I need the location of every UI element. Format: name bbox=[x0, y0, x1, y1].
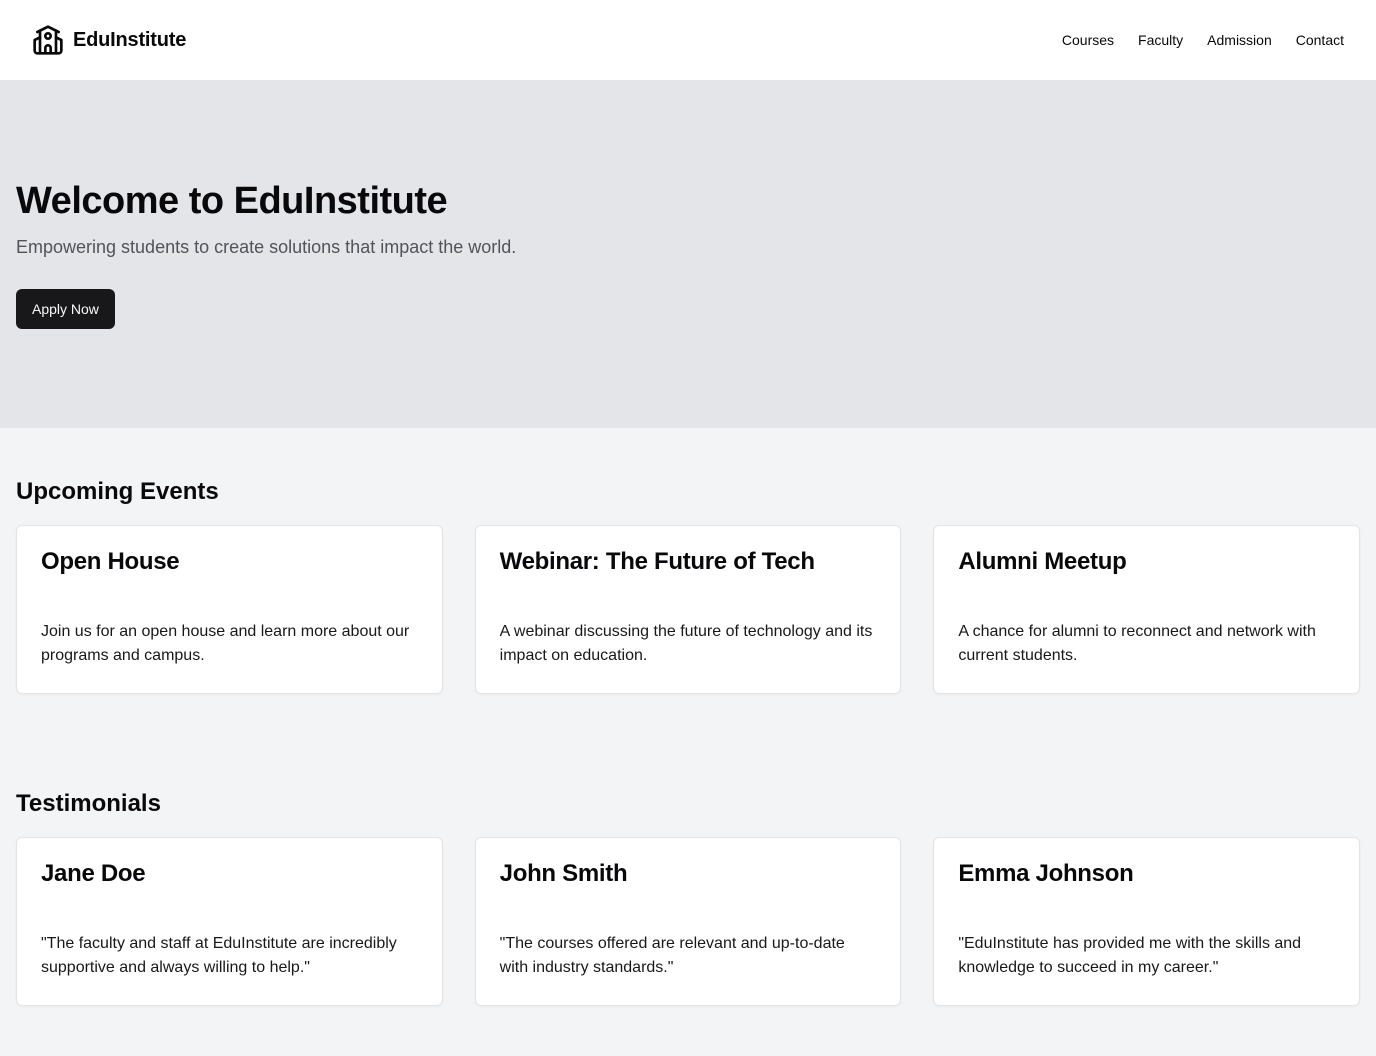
nav-link-faculty[interactable]: Faculty bbox=[1138, 32, 1183, 48]
nav-link-admission[interactable]: Admission bbox=[1207, 32, 1272, 48]
testimonial-quote: "The faculty and staff at EduInstitute a… bbox=[41, 935, 397, 976]
hero-subtitle: Empowering students to create solutions … bbox=[16, 237, 517, 258]
testimonial-card: Jane Doe "The faculty and staff at EduIn… bbox=[16, 837, 443, 1006]
brand-name: EduInstitute bbox=[73, 28, 187, 51]
nav-link-contact[interactable]: Contact bbox=[1296, 32, 1344, 48]
testimonials-section-title: Testimonials bbox=[16, 790, 161, 817]
event-title: Alumni Meetup bbox=[958, 548, 1127, 575]
site-header: EduInstitute Courses Faculty Admission C… bbox=[0, 0, 1376, 80]
school-icon bbox=[32, 24, 64, 56]
event-description: A webinar discussing the future of techn… bbox=[499, 623, 873, 664]
nav-link-courses[interactable]: Courses bbox=[1062, 32, 1114, 48]
event-description: A chance for alumni to reconnect and net… bbox=[958, 623, 1316, 664]
events-section: Upcoming Events Open House Join us for a… bbox=[0, 428, 1376, 694]
event-description: Join us for an open house and learn more… bbox=[41, 623, 410, 664]
event-card: Alumni Meetup A chance for alumni to rec… bbox=[933, 525, 1360, 694]
testimonial-name: Emma Johnson bbox=[958, 860, 1134, 887]
event-card: Open House Join us for an open house and… bbox=[16, 525, 443, 694]
hero-section: Welcome to EduInstitute Empowering stude… bbox=[0, 80, 1376, 428]
testimonial-card: John Smith "The courses offered are rele… bbox=[474, 837, 902, 1006]
testimonial-name: Jane Doe bbox=[41, 860, 146, 887]
event-card: Webinar: The Future of Tech A webinar di… bbox=[474, 525, 902, 694]
events-section-title: Upcoming Events bbox=[16, 478, 219, 505]
hero-title: Welcome to EduInstitute bbox=[16, 179, 448, 222]
testimonial-quote: "The courses offered are relevant and up… bbox=[499, 935, 845, 976]
testimonial-name: John Smith bbox=[499, 860, 628, 887]
apply-now-button[interactable]: Apply Now bbox=[16, 289, 115, 330]
main-nav: Courses Faculty Admission Contact bbox=[1062, 32, 1344, 48]
brand-link[interactable]: EduInstitute bbox=[32, 24, 186, 56]
testimonial-quote: "EduInstitute has provided me with the s… bbox=[958, 935, 1302, 976]
event-title: Open House bbox=[41, 548, 180, 575]
testimonials-section: Testimonials Jane Doe "The faculty and s… bbox=[0, 694, 1376, 1006]
testimonial-card: Emma Johnson "EduInstitute has provided … bbox=[933, 837, 1360, 1006]
events-grid: Open House Join us for an open house and… bbox=[16, 525, 1360, 694]
testimonials-grid: Jane Doe "The faculty and staff at EduIn… bbox=[16, 837, 1360, 1006]
event-title: Webinar: The Future of Tech bbox=[499, 548, 815, 575]
